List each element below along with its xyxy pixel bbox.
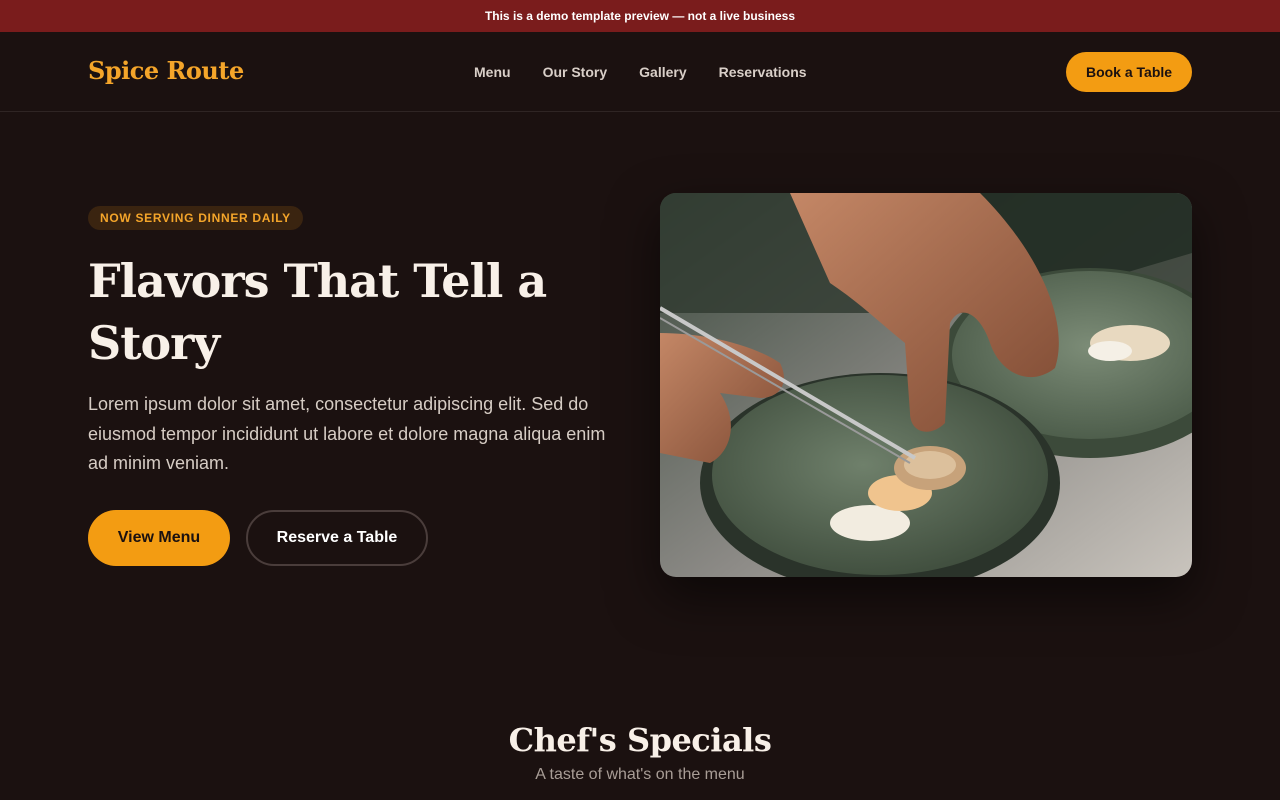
site-header: Spice Route Menu Our Story Gallery Reser… <box>0 32 1280 112</box>
brand-logo[interactable]: Spice Route <box>88 56 244 85</box>
view-menu-button[interactable]: View Menu <box>88 510 230 566</box>
nav-link-reservations[interactable]: Reservations <box>719 64 807 80</box>
nav-link-our-story[interactable]: Our Story <box>543 64 608 80</box>
main-nav: Menu Our Story Gallery Reservations <box>474 64 807 80</box>
nav-link-menu[interactable]: Menu <box>474 64 511 80</box>
hero-description: Lorem ipsum dolor sit amet, consectetur … <box>88 394 606 473</box>
specials-title: Chef's Specials <box>508 721 772 759</box>
demo-banner-text: This is a demo template preview — not a … <box>484 9 796 23</box>
demo-banner: This is a demo template preview — not a … <box>0 0 1280 32</box>
hero-image <box>660 193 1192 577</box>
specials-subtitle: A taste of what's on the menu <box>535 766 745 783</box>
reserve-table-button[interactable]: Reserve a Table <box>246 510 428 566</box>
book-table-button[interactable]: Book a Table <box>1066 52 1192 92</box>
hero-badge: NOW SERVING DINNER DAILY <box>88 206 303 230</box>
hero-title: Flavors That Tell a Story <box>88 254 547 370</box>
nav-link-gallery[interactable]: Gallery <box>639 64 686 80</box>
